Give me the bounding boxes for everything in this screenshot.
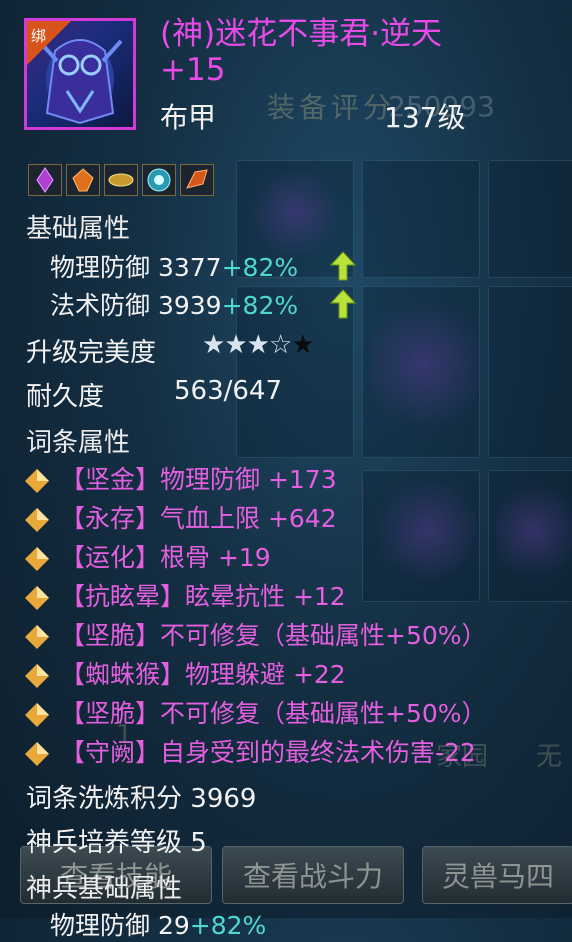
gem-slot[interactable] — [28, 164, 62, 196]
view-combat-power-button-bg: 查看战斗力 — [222, 846, 404, 904]
orange-crystal-icon — [186, 169, 208, 189]
diamond-bullet-icon — [25, 625, 49, 649]
cyan-gem-icon — [147, 168, 171, 192]
affix-attributes-title: 词条属性 — [26, 428, 131, 458]
affix-row: 【蜘蛛猴】物理躲避 +22 — [24, 655, 346, 691]
orange-gem-icon — [72, 168, 94, 192]
item-tooltip-header: 绑 (神)迷花不事君·逆天 +15 装备评分 250993 布甲 137级 — [24, 10, 556, 134]
item-title: (神)迷花不事君·逆天 +15 — [160, 16, 443, 88]
diamond-bullet-icon — [25, 508, 49, 532]
durability-row: 耐久度 563/647 — [26, 376, 283, 412]
equipment-rating-label: 装备评分 — [267, 91, 396, 124]
gem-slot[interactable] — [180, 164, 214, 196]
refine-points-row: 词条洗炼积分 3969 — [26, 784, 257, 814]
diamond-bullet-icon — [25, 469, 49, 493]
diamond-bullet-icon — [25, 664, 49, 688]
up-arrow-icon — [330, 289, 356, 319]
gem-slot[interactable] — [142, 164, 176, 196]
item-icon: 绑 — [24, 18, 136, 130]
star-filled-icon: ★ — [224, 330, 247, 360]
perfection-row: 升级完美度 ★★★☆★ — [26, 330, 315, 368]
affix-row: 【坚脆】不可修复（基础属性+50%） — [24, 616, 487, 652]
purple-gem-icon — [36, 167, 54, 193]
gem-slot[interactable] — [104, 164, 138, 196]
star-empty-icon: ★ — [291, 330, 314, 360]
gold-gem-icon — [108, 173, 134, 187]
spirit-beast-button-bg: 灵兽马四 — [422, 846, 572, 904]
stat-row-magic-defense: 法术防御 3939+82% — [50, 286, 356, 322]
affix-row: 【坚金】物理防御 +173 — [24, 460, 337, 496]
item-level: 137级 — [384, 101, 466, 134]
cultivate-level-row: 神兵培养等级 5 — [26, 828, 207, 858]
star-outline-icon: ☆ — [268, 330, 292, 360]
diamond-bullet-icon — [25, 742, 49, 766]
basic-attributes-title: 基础属性 — [26, 214, 131, 244]
affix-row: 【永存】气血上限 +642 — [24, 499, 337, 535]
gem-slot[interactable] — [66, 164, 100, 196]
star-filled-icon: ★ — [246, 330, 270, 360]
affix-row: 【运化】根骨 +19 — [24, 538, 271, 574]
diamond-bullet-icon — [25, 703, 49, 727]
stat-row-physical-defense: 物理防御 3377+82% — [50, 248, 356, 284]
perfection-stars: ★★★☆★ — [202, 330, 315, 360]
diamond-bullet-icon — [25, 586, 49, 610]
gem-sockets — [28, 164, 214, 196]
diamond-bullet-icon — [25, 547, 49, 571]
affix-row: 【抗眩晕】眩晕抗性 +12 — [24, 577, 346, 613]
star-filled-icon: ★ — [202, 330, 225, 360]
up-arrow-icon — [330, 251, 356, 281]
affix-row: 【守阙】自身受到的最终法术伤害-22 — [24, 733, 476, 769]
armor-type: 布甲 — [160, 101, 217, 134]
divine-attributes-title: 神兵基础属性 — [26, 874, 183, 904]
divine-stat-row: 物理防御 29+82% — [50, 911, 267, 940]
affix-row: 【坚脆】不可修复（基础属性+50%） — [24, 694, 487, 730]
